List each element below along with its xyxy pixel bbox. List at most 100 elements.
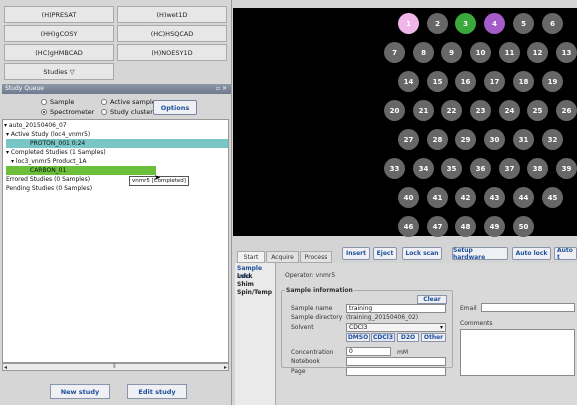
sidebar-item-spin-temp[interactable]: Spin/Temp [237, 289, 272, 297]
comments-textarea[interactable] [460, 329, 575, 376]
solvent-cdcl3-button[interactable]: CDCl3 [371, 333, 395, 342]
radio-sample[interactable]: Sample [41, 98, 74, 106]
tree-node[interactable]: ▾ loc3_vnmr5 Product_1A [11, 157, 86, 166]
sample-well-49[interactable]: 49 [484, 216, 505, 237]
email-field[interactable] [481, 303, 575, 312]
new-study-button[interactable]: New study [50, 384, 110, 399]
sample-well-41[interactable]: 41 [427, 187, 448, 208]
sample-well-22[interactable]: 22 [441, 100, 462, 121]
sample-well-23[interactable]: 23 [470, 100, 491, 121]
experiment-button[interactable]: (H)PRESAT [4, 6, 114, 23]
sample-well-31[interactable]: 31 [513, 129, 534, 150]
sample-well-1[interactable]: 1 [398, 13, 419, 34]
tree-node[interactable]: Pending Studies (0 Samples) [6, 184, 92, 193]
solvent-other-button[interactable]: Other [421, 333, 446, 342]
sample-well-11[interactable]: 11 [499, 42, 520, 63]
tree-node[interactable]: ▾ Completed Studies (1 Samples) [6, 148, 106, 157]
sample-well-26[interactable]: 26 [556, 100, 577, 121]
tree-node[interactable]: Errored Studies (0 Samples) [6, 175, 90, 184]
sample-well-34[interactable]: 34 [413, 158, 434, 179]
sample-well-37[interactable]: 37 [499, 158, 520, 179]
sample-well-13[interactable]: 13 [556, 42, 577, 63]
sample-well-2[interactable]: 2 [427, 13, 448, 34]
sample-well-3[interactable]: 3 [455, 13, 476, 34]
radio-active-sample[interactable]: Active sample [101, 98, 156, 106]
sample-well-44[interactable]: 44 [513, 187, 534, 208]
page-field[interactable] [346, 367, 446, 376]
scroll-thumb-grip-icon[interactable]: ⦀ [113, 363, 116, 371]
sample-well-50[interactable]: 50 [513, 216, 534, 237]
sample-well-40[interactable]: 40 [398, 187, 419, 208]
sample-well-46[interactable]: 46 [398, 216, 419, 237]
tab-acquire[interactable]: Acquire [266, 251, 299, 263]
insert-button[interactable]: Insert [342, 247, 370, 260]
sample-well-35[interactable]: 35 [441, 158, 462, 179]
sample-well-12[interactable]: 12 [527, 42, 548, 63]
sample-well-9[interactable]: 9 [441, 42, 462, 63]
sample-well-39[interactable]: 39 [556, 158, 577, 179]
concentration-field[interactable]: 0 [346, 347, 391, 356]
sample-well-19[interactable]: 19 [542, 71, 563, 92]
tree-node[interactable]: ▾ Active Study (loc4_vnmr5) [6, 130, 90, 139]
tab-start[interactable]: Start [237, 251, 265, 263]
experiment-button[interactable]: (HC)gHMBCAD [4, 44, 114, 61]
experiment-button[interactable]: (HC)HSQCAD [117, 25, 227, 42]
sample-well-21[interactable]: 21 [413, 100, 434, 121]
sample-name-field[interactable]: training [346, 304, 446, 313]
solvent-d2o-button[interactable]: D2O [397, 333, 419, 342]
edit-study-button[interactable]: Edit study [127, 384, 187, 399]
sample-well-38[interactable]: 38 [527, 158, 548, 179]
sample-well-36[interactable]: 36 [470, 158, 491, 179]
sample-well-15[interactable]: 15 [427, 71, 448, 92]
radio-study-cluster[interactable]: Study cluster [101, 108, 153, 116]
panel-controls-icon[interactable]: ▫ × [216, 84, 227, 94]
sample-well-16[interactable]: 16 [455, 71, 476, 92]
tree-node-highlighted[interactable]: CARBON_01 [6, 166, 156, 175]
sample-well-18[interactable]: 18 [513, 71, 534, 92]
sample-well-14[interactable]: 14 [398, 71, 419, 92]
sample-well-43[interactable]: 43 [484, 187, 505, 208]
sample-well-6[interactable]: 6 [542, 13, 563, 34]
tab-process[interactable]: Process [300, 251, 332, 263]
radio-spectrometer[interactable]: Spectrometer [41, 108, 94, 116]
sample-well-42[interactable]: 42 [455, 187, 476, 208]
scroll-right-icon[interactable]: ▸ [224, 364, 227, 371]
sidebar-item-lock[interactable]: Lock [237, 273, 253, 281]
sample-well-48[interactable]: 48 [455, 216, 476, 237]
sample-well-8[interactable]: 8 [413, 42, 434, 63]
sample-well-20[interactable]: 20 [384, 100, 405, 121]
solvent-select[interactable]: CDCl3 ▾ [346, 323, 446, 332]
sample-well-30[interactable]: 30 [484, 129, 505, 150]
sample-well-27[interactable]: 27 [398, 129, 419, 150]
studies-dropdown[interactable]: Studies ▽ [4, 63, 114, 80]
sample-well-28[interactable]: 28 [427, 129, 448, 150]
sample-well-29[interactable]: 29 [455, 129, 476, 150]
sample-well-4[interactable]: 4 [484, 13, 505, 34]
experiment-button[interactable]: (H)wet1D [117, 6, 227, 23]
eject-button[interactable]: Eject [373, 247, 397, 260]
tree-node[interactable]: ▾ auto_20150406_07 [4, 121, 67, 130]
tree-node-selected[interactable]: PROTON_001 0:24 [6, 139, 228, 148]
sample-well-24[interactable]: 24 [499, 100, 520, 121]
clear-button[interactable]: Clear [417, 295, 447, 304]
sample-well-10[interactable]: 10 [470, 42, 491, 63]
tree-horizontal-scrollbar[interactable]: ◂ ⦀ ▸ [2, 363, 229, 371]
options-button[interactable]: Options [153, 100, 197, 115]
solvent-dmso-button[interactable]: DMSO [346, 333, 370, 342]
notebook-field[interactable] [346, 357, 446, 366]
sample-well-32[interactable]: 32 [542, 129, 563, 150]
sample-well-45[interactable]: 45 [542, 187, 563, 208]
sample-well-47[interactable]: 47 [427, 216, 448, 237]
sample-well-7[interactable]: 7 [384, 42, 405, 63]
scroll-left-icon[interactable]: ◂ [4, 364, 7, 371]
experiment-button[interactable]: (HH)gCOSY [4, 25, 114, 42]
sample-well-33[interactable]: 33 [384, 158, 405, 179]
sample-well-17[interactable]: 17 [484, 71, 505, 92]
sidebar-item-shim[interactable]: Shim [237, 281, 254, 289]
auto-tune-button[interactable]: Auto t [554, 247, 577, 260]
setup-hardware-button[interactable]: Setup hardware [452, 247, 508, 261]
lock-scan-button[interactable]: Lock scan [402, 247, 442, 260]
auto-lock-button[interactable]: Auto lock [512, 247, 551, 260]
experiment-button[interactable]: (H)NOESY1D [117, 44, 227, 61]
sample-well-25[interactable]: 25 [527, 100, 548, 121]
